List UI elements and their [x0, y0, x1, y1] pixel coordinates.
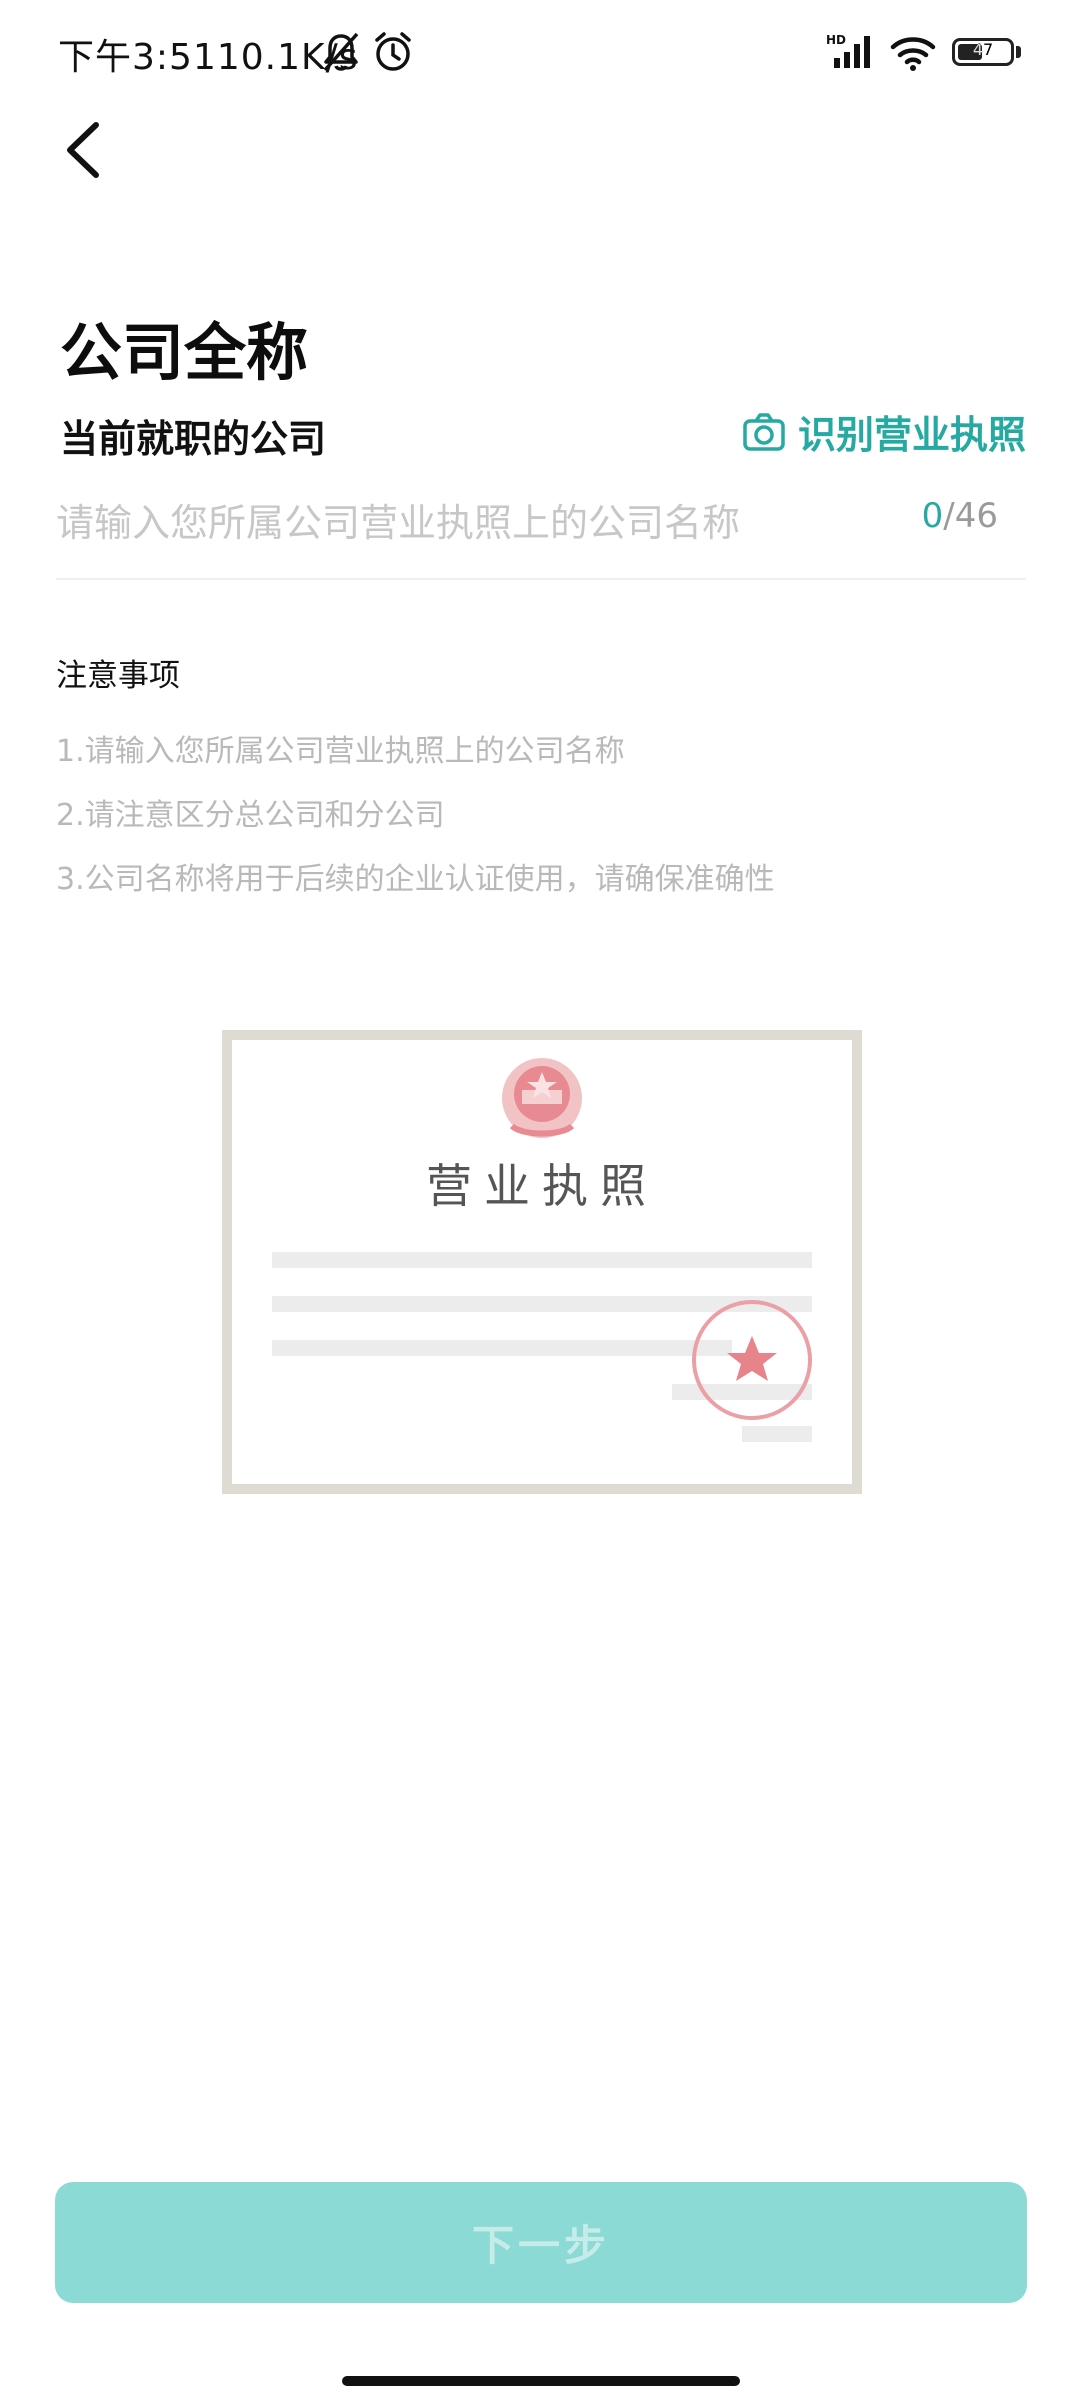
char-counter: 0/46: [922, 496, 998, 536]
scan-license-link[interactable]: 识别营业执照: [742, 404, 1026, 459]
camera-icon: [743, 412, 785, 451]
battery-cap: [1016, 46, 1021, 58]
page-subtitle: 当前就职的公司: [60, 417, 327, 461]
license-text-line: [272, 1340, 732, 1356]
bell-off-icon: [323, 32, 359, 72]
license-text-line: [672, 1384, 812, 1400]
wifi-icon: [890, 37, 936, 71]
status-time: 下午3:5110.1K/s: [58, 28, 359, 80]
signal-hd-label: HD: [826, 33, 846, 47]
license-text-line: [742, 1426, 812, 1442]
notes-item: 2.请注意区分总公司和分公司: [56, 798, 445, 833]
input-divider: [56, 578, 1026, 580]
back-button[interactable]: [58, 115, 118, 185]
notes-item: 3.公司名称将用于后续的企业认证使用，请确保准确性: [56, 862, 775, 897]
national-emblem-icon: [502, 1058, 582, 1138]
char-count-max: /46: [943, 496, 998, 536]
business-license-illustration: 营业执照: [222, 1030, 862, 1494]
status-clock: 下午3:51: [58, 37, 217, 78]
scan-license-label: 识别营业执照: [797, 413, 1026, 457]
notes-title: 注意事项: [56, 658, 180, 694]
alarm-icon: [375, 32, 411, 71]
battery-icon: 47: [952, 38, 1014, 66]
char-count-current: 0: [921, 496, 944, 536]
notes-item: 1.请输入您所属公司营业执照上的公司名称: [56, 734, 625, 769]
home-indicator[interactable]: [342, 2376, 740, 2386]
license-card-title: 营业执照: [426, 1159, 658, 1213]
next-step-button[interactable]: 下一步: [55, 2182, 1027, 2303]
battery-percent: 47: [972, 40, 994, 59]
chevron-left-icon: [67, 122, 99, 178]
status-bar: 下午3:5110.1K/s HD 47: [0, 0, 1080, 110]
company-name-input[interactable]: [56, 490, 896, 556]
page-title: 公司全称: [60, 316, 309, 389]
license-text-line: [272, 1252, 812, 1268]
signal-icon: HD: [826, 33, 870, 68]
notes-list: 1.请输入您所属公司营业执照上的公司名称 2.请注意区分总公司和分公司 3.公司…: [56, 732, 775, 924]
